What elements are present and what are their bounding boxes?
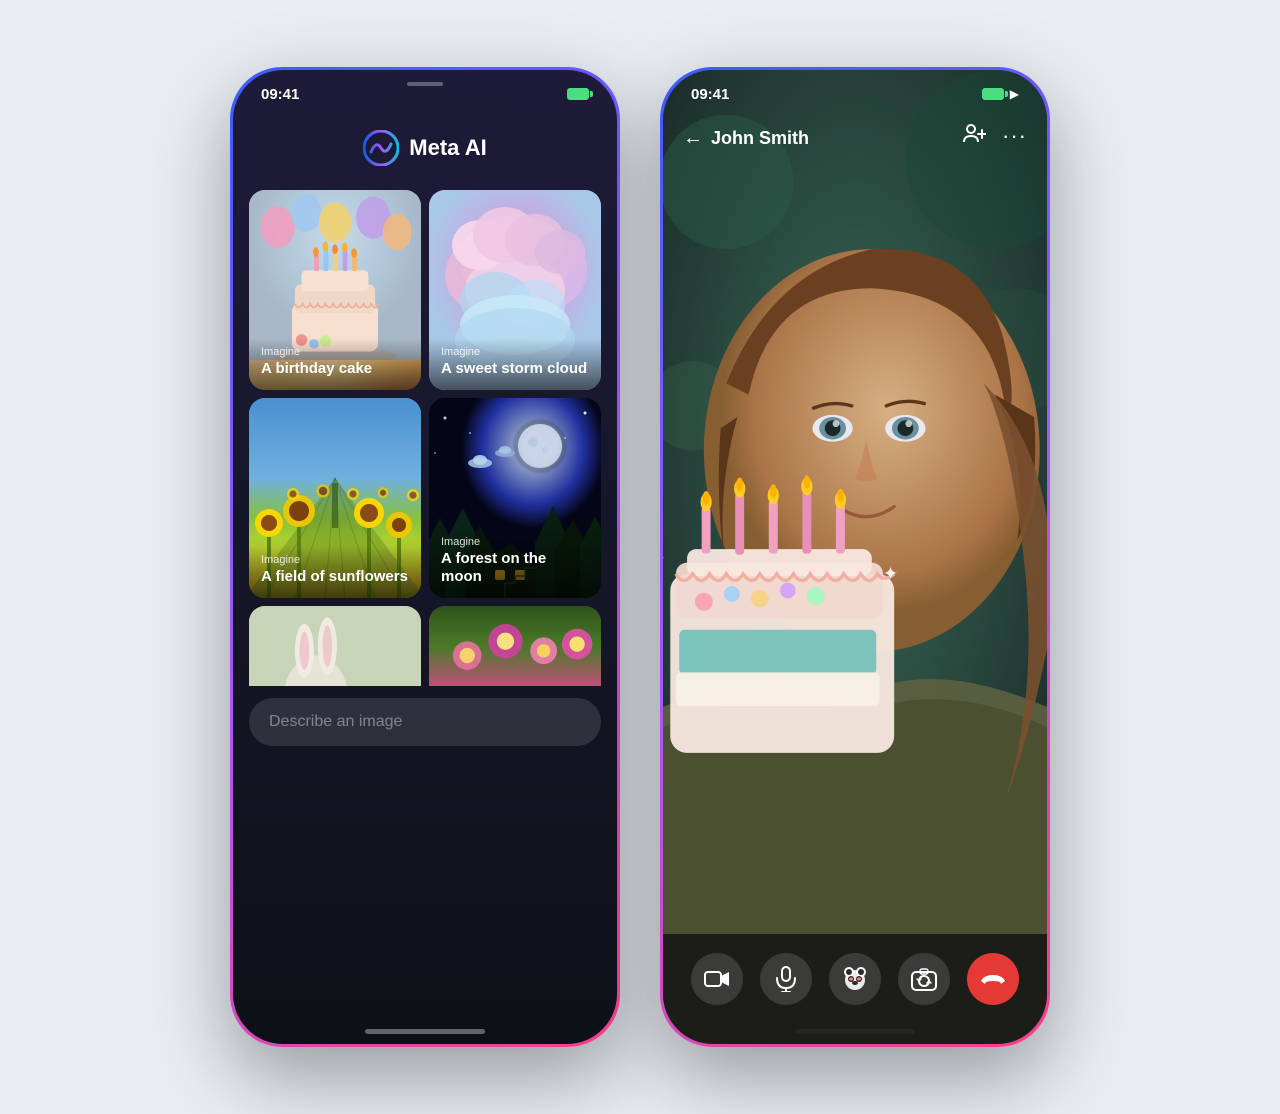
status-icons-left bbox=[567, 88, 589, 100]
flowers-visual bbox=[429, 606, 601, 686]
status-time-left: 09:41 bbox=[261, 86, 299, 103]
video-icon bbox=[704, 969, 730, 989]
more-options-button[interactable]: ··· bbox=[1002, 123, 1027, 149]
add-person-icon bbox=[962, 122, 986, 144]
moon-title-label: A forest on the moon bbox=[441, 550, 546, 585]
storm-label: Imagine A sweet storm cloud bbox=[429, 338, 601, 390]
meta-ai-title: Meta AI bbox=[409, 135, 486, 161]
partial-card-flowers[interactable] bbox=[429, 606, 601, 686]
video-call-background: ✦ ✦ bbox=[663, 70, 1047, 1044]
moon-forest-label: Imagine A forest on the moon bbox=[429, 528, 601, 598]
partial-card-bunny[interactable] bbox=[249, 606, 421, 686]
status-bar-left: 09:41 bbox=[233, 70, 617, 118]
sunflower-title-label: A field of sunflowers bbox=[261, 568, 408, 585]
add-person-button[interactable] bbox=[962, 122, 986, 150]
bunny-visual bbox=[249, 606, 421, 686]
partial-cards bbox=[233, 606, 617, 686]
call-back-button[interactable]: ← John Smith bbox=[683, 127, 809, 150]
battery-icon-left bbox=[567, 88, 589, 100]
call-header-actions: ··· bbox=[962, 122, 1027, 150]
back-arrow-icon: ← bbox=[683, 127, 703, 150]
birthday-imagine-label: Imagine bbox=[261, 346, 409, 358]
video-scene: ✦ ✦ bbox=[663, 70, 1047, 1044]
storm-imagine-label: Imagine bbox=[441, 346, 589, 358]
sunflower-label: Imagine A field of sunflowers bbox=[249, 546, 421, 598]
birthday-title-label: A birthday cake bbox=[261, 360, 372, 377]
birthday-cake-label: Imagine A birthday cake bbox=[249, 338, 421, 390]
svg-text:✦: ✦ bbox=[663, 551, 665, 566]
grid-card-moon[interactable]: Imagine A forest on the moon bbox=[429, 398, 601, 598]
call-controls bbox=[663, 934, 1047, 1044]
sunflower-imagine-label: Imagine bbox=[261, 554, 409, 566]
flip-camera-icon bbox=[911, 967, 937, 991]
image-grid: Imagine A birthday cake bbox=[233, 190, 617, 598]
search-bar-container bbox=[233, 686, 617, 766]
meta-ai-logo: Meta AI bbox=[363, 130, 486, 166]
end-call-icon bbox=[979, 971, 1007, 987]
video-button[interactable] bbox=[691, 953, 743, 1005]
grid-card-sunflower[interactable]: Imagine A field of sunflowers bbox=[249, 398, 421, 598]
birthday-scene bbox=[249, 190, 421, 360]
flip-camera-button[interactable] bbox=[898, 953, 950, 1005]
left-phone: 09:41 bbox=[230, 67, 620, 1047]
home-indicator-left bbox=[365, 1029, 485, 1034]
contact-name: John Smith bbox=[711, 128, 809, 149]
right-phone: ✦ ✦ 09:41 ▶ ← John Smith bbox=[660, 67, 1050, 1047]
microphone-icon bbox=[775, 966, 797, 992]
svg-text:✦: ✦ bbox=[883, 563, 898, 583]
grid-card-storm[interactable]: Imagine A sweet storm cloud bbox=[429, 190, 601, 390]
meta-ai-logo-icon bbox=[363, 130, 399, 166]
storm-title-label: A sweet storm cloud bbox=[441, 360, 587, 377]
microphone-button[interactable] bbox=[760, 953, 812, 1005]
moon-imagine-label: Imagine bbox=[441, 536, 589, 548]
effects-icon bbox=[842, 966, 868, 992]
end-call-button[interactable] bbox=[967, 953, 1019, 1005]
more-dots-icon: ··· bbox=[1002, 123, 1027, 148]
describe-image-input[interactable] bbox=[249, 698, 601, 746]
effects-button[interactable] bbox=[829, 953, 881, 1005]
call-header: ← John Smith ··· bbox=[663, 70, 1047, 166]
grid-card-birthday[interactable]: Imagine A birthday cake bbox=[249, 190, 421, 390]
